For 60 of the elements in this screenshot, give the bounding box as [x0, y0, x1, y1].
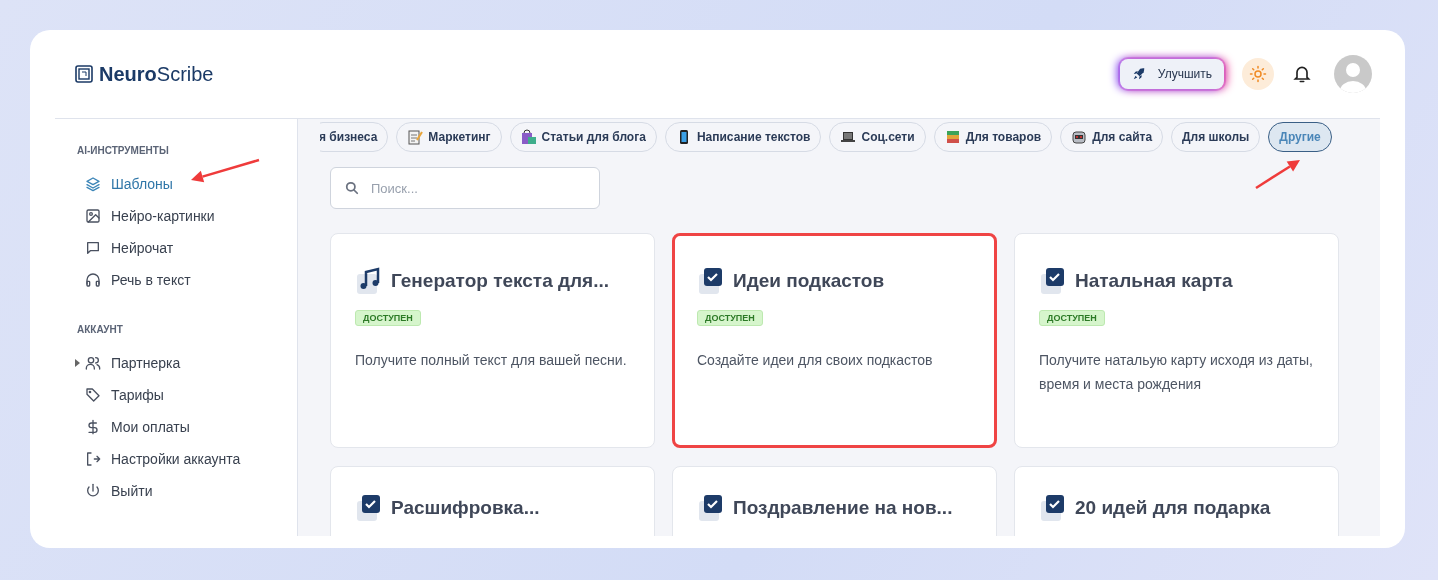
theme-toggle-button[interactable]	[1242, 58, 1274, 90]
sidebar-item[interactable]: Тарифы	[77, 379, 168, 411]
robot-face-icon	[1071, 129, 1088, 145]
status-badge: ДОСТУПЕН	[1039, 310, 1105, 326]
headphones-icon	[85, 272, 101, 288]
image-icon	[85, 208, 101, 224]
category-chip[interactable]: Для сайта	[1060, 122, 1164, 152]
template-card[interactable]: Расшифровка...	[330, 466, 655, 536]
shopping-bags-icon	[520, 129, 537, 145]
power-icon	[85, 483, 101, 499]
card-title: 20 идей для подарка	[1075, 497, 1271, 519]
card-title: Генератор текста для...	[391, 270, 610, 292]
category-chip[interactable]: Написание текстов	[664, 122, 822, 152]
card-title: Расшифровка...	[391, 497, 540, 519]
card-description: Получите натальую карту исходя из даты, время и места рождения	[1039, 351, 1314, 394]
section-heading: АККАУНТ	[77, 324, 124, 335]
sidebar-item[interactable]: Шаблоны	[77, 168, 177, 200]
brand-name: NeuroScribe	[99, 62, 214, 86]
card-title: Идеи подкастов	[733, 270, 885, 292]
chat-icon	[85, 240, 101, 256]
dollar-icon	[85, 419, 101, 435]
template-card[interactable]: 20 идей для подарка	[1014, 466, 1339, 536]
sun-icon	[1249, 65, 1267, 83]
rocket-icon	[1131, 67, 1146, 81]
tag-icon	[85, 387, 101, 403]
card-title: Поздравление на нов...	[733, 497, 953, 519]
template-card[interactable]: Идеи подкастов ДОСТУПЕН Создайте идеи для своих подкастов	[672, 233, 997, 448]
logo-icon	[75, 65, 93, 83]
sidebar-item[interactable]: Речь в текст	[77, 264, 195, 296]
sidebar-item[interactable]: Партнерка	[77, 347, 185, 379]
category-chip[interactable]: Соц.сети	[829, 122, 926, 152]
layers-icon	[85, 176, 101, 192]
sidebar-item[interactable]: Нейрочат	[77, 232, 178, 264]
sidebar-item[interactable]: Настройки аккаунта	[77, 443, 245, 475]
logout-icon	[85, 451, 101, 467]
bell-icon[interactable]	[1292, 64, 1312, 84]
users-icon	[85, 355, 101, 371]
template-card[interactable]: Натальная карта ДОСТУПЕН Получите натальую карту исходя из даты, время и места рождения	[1014, 233, 1339, 448]
section-heading: AI-ИНСТРУМЕНТЫ	[77, 145, 170, 156]
sidebar-item[interactable]: Мои оплаты	[77, 411, 194, 443]
category-chip[interactable]: Маркетинг	[396, 122, 502, 152]
books-icon	[944, 129, 961, 145]
status-badge: ДОСТУПЕН	[697, 310, 763, 326]
template-card[interactable]: Поздравление на нов...	[672, 466, 997, 536]
card-title: Натальная карта	[1075, 270, 1233, 292]
card-description: Получите полный текст для вашей песни.	[355, 351, 628, 370]
template-card[interactable]: Генератор текста для... ДОСТУПЕН Получите полный текст для вашей песни.	[330, 233, 655, 448]
laptop-icon	[840, 129, 857, 145]
category-chip[interactable]: Для товаров	[933, 122, 1053, 152]
card-description: Создайте идеи для своих подкастов	[697, 351, 934, 370]
sidebar-item[interactable]: Выйти	[77, 475, 157, 507]
caret-icon[interactable]	[75, 359, 80, 367]
search-icon	[345, 181, 359, 195]
search-field[interactable]: Поиск...	[330, 167, 600, 209]
status-badge: ДОСТУПЕН	[355, 310, 421, 326]
category-chip[interactable]: Статьи для блога	[509, 122, 657, 152]
sidebar-item[interactable]: Нейро-картинки	[77, 200, 219, 232]
notepad-pencil-icon	[407, 129, 424, 145]
upgrade-button[interactable]: Улучшить	[1119, 59, 1224, 89]
category-chip[interactable]: Для школы	[1171, 122, 1261, 152]
